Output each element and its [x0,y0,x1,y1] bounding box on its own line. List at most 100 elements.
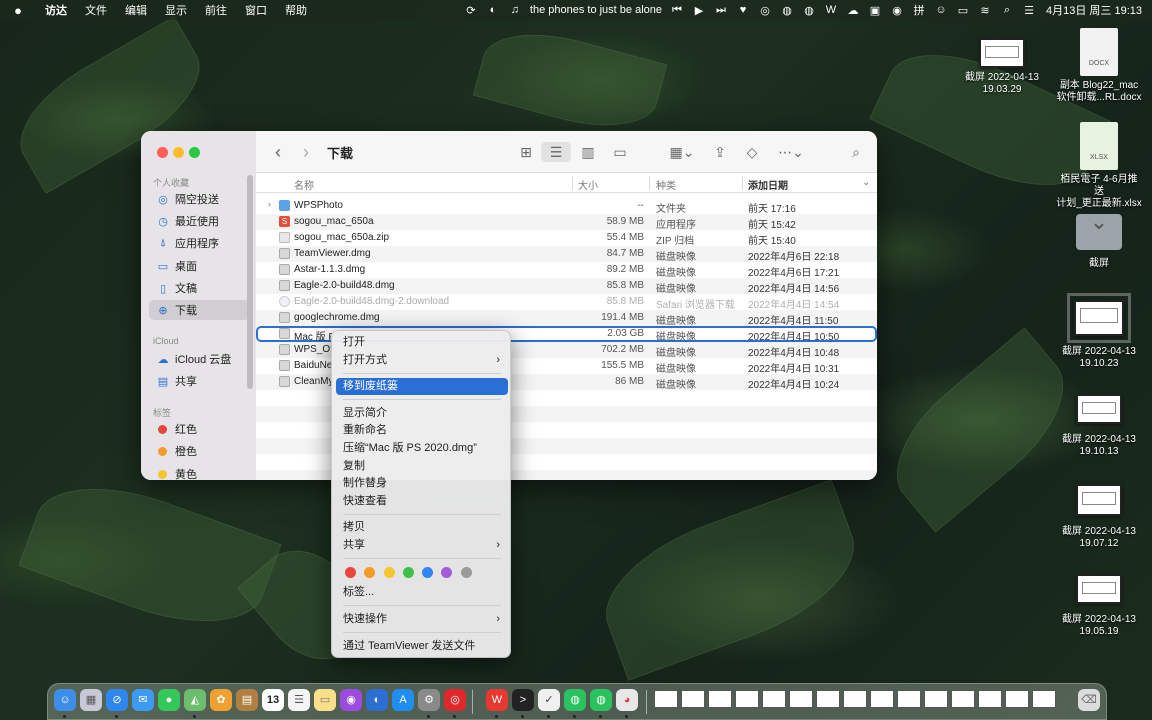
tag-gray-dot[interactable] [461,567,472,578]
previous-track-icon[interactable]: ⏮ [666,4,688,17]
sidebar-item-tag-orange[interactable]: 橙色 [149,441,249,461]
profile-icon[interactable]: ◐ [482,4,504,16]
table-row[interactable]: Eagle-2.0-build48.dmg-2.download 85.8 MB… [256,294,877,311]
share-icon[interactable]: ⇪ [708,142,732,162]
back-button[interactable]: ‹ [270,142,286,162]
sidebar-item-airdrop[interactable]: ◎ 隔空投送 [149,189,249,209]
next-track-icon[interactable]: ⏭ [710,4,732,17]
notes-icon[interactable]: ▭ [314,689,336,711]
sidebar-item-tag-yellow[interactable]: 黄色 [149,464,249,480]
desktop-screenshot[interactable]: 截屏 2022-04-13 19.07.12 [1056,484,1142,550]
desktop-screenshot[interactable]: 截屏 2022-04-13 19.05.19 [1056,574,1142,638]
tag-red-dot[interactable] [345,567,356,578]
search-icon[interactable]: ⌕ [996,4,1018,17]
wps-icon[interactable]: W [486,689,508,711]
browser-icon[interactable]: ◐ [366,689,388,711]
search-icon[interactable]: ⌕ [846,142,866,162]
menu-item-copy[interactable]: 拷贝 [336,519,508,536]
table-row[interactable]: sogou_mac_650a.zip 55.4 MB ZIP 归档 前天 15:… [256,230,877,247]
tag-blue-dot[interactable] [422,567,433,578]
close-window-button[interactable] [157,147,168,158]
menu-item-rename[interactable]: 重新命名 [336,422,508,439]
photos-icon[interactable]: ✿ [210,689,232,711]
table-row[interactable]: › WPSPhoto -- 文件夹 前天 17:16 [256,198,877,215]
column-name[interactable]: 名称 [294,177,314,192]
play-circle-icon[interactable]: ◉ [886,4,908,17]
wechat-work-icon[interactable]: ◍ [590,689,612,711]
wechat-icon[interactable]: ◍ [564,689,586,711]
desktop-docx-file[interactable]: DOCX 副本 Blog22_mac 软件卸载...RL.docx [1056,28,1142,104]
desktop-folder[interactable]: 截屏 [1056,214,1142,270]
menu-item-duplicate[interactable]: 复制 [336,458,508,475]
reminders-icon[interactable]: ☰ [288,689,310,711]
task-app-icon[interactable]: ✓ [538,689,560,711]
clipboard-icon[interactable]: ▣ [864,4,886,17]
control-center-icon[interactable]: ☰ [1018,4,1040,17]
battery-icon[interactable]: ▭ [952,4,974,17]
apple-logo-icon[interactable]: ● [0,3,36,18]
minimized-window-thumbnail[interactable] [681,690,705,708]
minimized-window-thumbnail[interactable] [1005,690,1029,708]
desktop-screenshot[interactable]: 截屏 2022-04-13 19.03.29 [959,38,1045,96]
sidebar-item-applications[interactable]: ⍋ 应用程序 [149,233,249,253]
tag-orange-dot[interactable] [364,567,375,578]
now-playing-title[interactable]: the phones to just be alone [526,4,666,16]
more-actions-button[interactable]: ⋯⌄ [774,142,808,162]
menu-file[interactable]: 文件 [76,2,116,18]
minimized-window-thumbnail[interactable] [762,690,786,708]
sidebar-item-documents[interactable]: ▯ 文稿 [149,278,249,298]
disclosure-triangle-icon[interactable]: › [268,199,271,209]
chrome-icon[interactable]: ◕ [616,689,638,711]
maps-icon[interactable]: ◭ [184,689,206,711]
minimized-window-thumbnail[interactable] [951,690,975,708]
gallery-view-button[interactable]: ▭ [606,142,634,162]
finder-icon[interactable]: ☺ [54,689,76,711]
sidebar-item-icloud-drive[interactable]: ☁ iCloud 云盘 [149,349,249,369]
sidebar-item-recents[interactable]: ◷ 最近使用 [149,211,249,231]
menu-item-teamviewer-send[interactable]: 通过 TeamViewer 发送文件 [336,638,508,655]
sidebar-item-shared[interactable]: ▤ 共享 [149,371,249,391]
sidebar-scrollbar[interactable] [247,175,253,389]
mail-icon[interactable]: ✉ [132,689,154,711]
menu-edit[interactable]: 编辑 [116,2,156,18]
wechat-status-icon[interactable]: ◍ [776,4,798,17]
play-icon[interactable]: ▶ [688,4,710,17]
menu-view[interactable]: 显示 [156,2,196,18]
menu-help[interactable]: 帮助 [276,2,316,18]
input-method-icon[interactable]: 拼 [908,2,930,18]
menu-finder[interactable]: 访达 [36,2,76,18]
settings-icon[interactable]: ⚙ [418,689,440,711]
wifi-icon[interactable]: ≋ [974,4,996,17]
menu-item-open[interactable]: 打开 [336,334,508,351]
sidebar-item-desktop[interactable]: ▭ 桌面 [149,256,249,276]
wps-status-icon[interactable]: W [820,4,842,16]
music-icon[interactable]: ♫ [504,4,526,16]
column-size[interactable]: 大小 [578,177,598,192]
safari-icon[interactable]: ⊘ [106,689,128,711]
user-icon[interactable]: ☺ [930,4,952,16]
menu-go[interactable]: 前往 [196,2,236,18]
icon-view-button[interactable]: ⊞ [514,142,538,162]
minimized-window-thumbnail[interactable] [978,690,1002,708]
menu-item-quick-look[interactable]: 快速查看 [336,493,508,510]
table-row[interactable]: Eagle-2.0-build48.dmg 85.8 MB 磁盘映像 2022年… [256,278,877,295]
terminal-icon[interactable]: > [512,689,534,711]
minimized-window-thumbnail[interactable] [1032,690,1056,708]
menu-item-open-with[interactable]: 打开方式 › [336,352,508,369]
column-kind[interactable]: 种类 [656,177,676,192]
zoom-window-button[interactable] [189,147,200,158]
menu-item-make-alias[interactable]: 制作替身 [336,475,508,492]
launchpad-icon[interactable]: ▦ [80,689,102,711]
table-row[interactable]: S sogou_mac_650a 58.9 MB 应用程序 前天 15:42 [256,214,877,231]
trash-icon[interactable]: ⌫ [1078,689,1100,711]
minimized-window-thumbnail[interactable] [924,690,948,708]
sidebar-item-tag-red[interactable]: 红色 [149,419,249,439]
table-row[interactable]: TeamViewer.dmg 84.7 MB 磁盘映像 2022年4月6日 22… [256,246,877,263]
netease-icon[interactable]: ◎ [754,4,776,17]
menu-item-quick-actions[interactable]: 快速操作 › [336,611,508,628]
minimized-window-thumbnail[interactable] [654,690,678,708]
forward-button[interactable]: › [298,142,314,162]
calendar-icon[interactable]: 13 [262,689,284,711]
desktop-screenshot[interactable]: 截屏 2022-04-13 19.10.13 [1056,394,1142,458]
list-view-button[interactable]: ☰ [541,142,571,162]
